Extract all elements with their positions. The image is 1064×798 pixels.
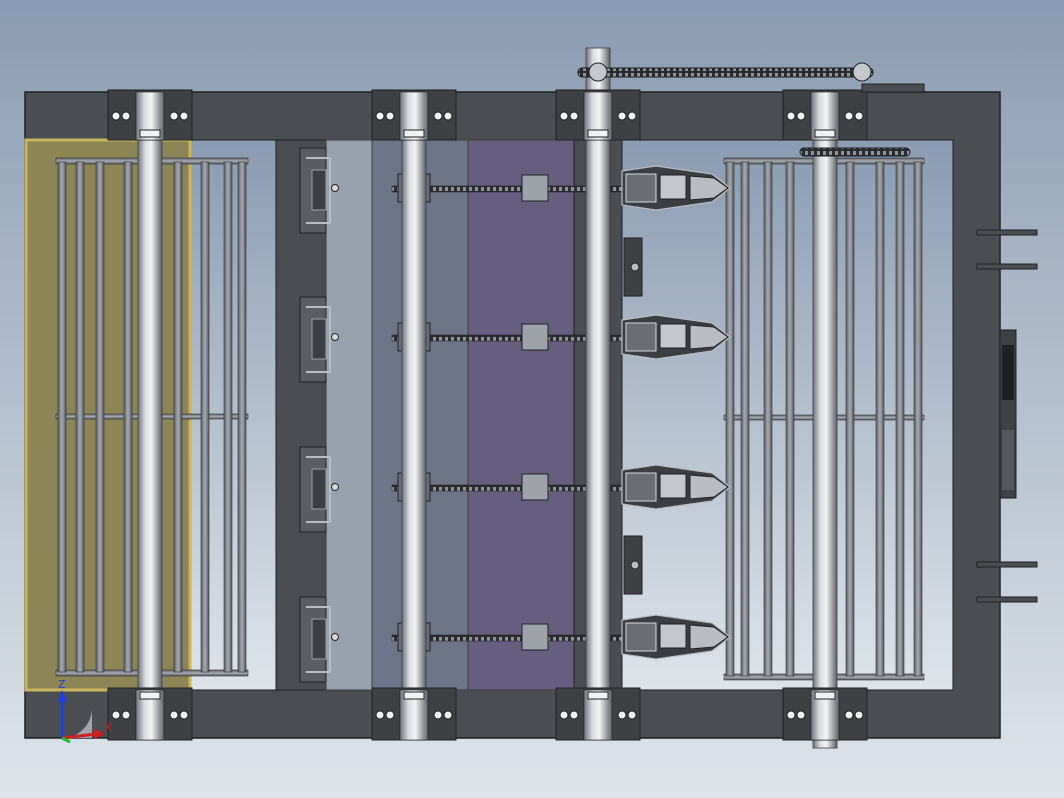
- bearing-bolt: [617, 111, 627, 121]
- bearing-clip: [139, 129, 161, 138]
- cage-bar: [200, 161, 210, 673]
- mount-tab: [976, 561, 1038, 568]
- side-drive-window: [1002, 345, 1014, 400]
- bearing-clip: [587, 691, 609, 700]
- bearing-bolt: [179, 710, 189, 720]
- shaft-rod: [585, 47, 611, 739]
- cage-bar: [895, 161, 905, 677]
- assembly-drawing[interactable]: Z X: [0, 0, 1064, 798]
- cage-bar: [763, 161, 773, 677]
- cage-bar: [237, 161, 247, 673]
- cage-bar: [785, 161, 795, 677]
- bearing-bolt: [433, 111, 443, 121]
- bearing-bolt: [169, 111, 179, 121]
- bearing-bolt: [559, 111, 569, 121]
- bearing-clip: [587, 129, 609, 138]
- clamp-bolt: [331, 483, 339, 491]
- blade-window: [659, 623, 687, 649]
- bearing-bolt: [169, 710, 179, 720]
- bearing-clip: [139, 691, 161, 700]
- shaft-rod: [812, 91, 838, 749]
- bearing-clip: [814, 129, 836, 138]
- mount-tab: [976, 229, 1038, 236]
- clamp-block: [311, 169, 327, 211]
- cage-bar: [57, 161, 67, 673]
- cage-bar: [95, 161, 105, 673]
- cad-viewport[interactable]: Z X: [0, 0, 1064, 798]
- bearing-bolt: [617, 710, 627, 720]
- bearing-bolt: [433, 710, 443, 720]
- bearing-bolt: [385, 710, 395, 720]
- blade-window: [659, 323, 687, 349]
- light-panel: [325, 139, 373, 691]
- blade-mount: [625, 472, 657, 502]
- bearing-clip: [403, 129, 425, 138]
- cage-bar: [123, 161, 133, 673]
- cage-bar: [845, 161, 855, 677]
- clamp-bolt: [331, 333, 339, 341]
- cage-bar: [875, 161, 885, 677]
- driven-sprocket: [852, 62, 872, 82]
- bearing-bolt: [111, 111, 121, 121]
- blade-mount: [625, 622, 657, 652]
- clamp-block: [311, 318, 327, 360]
- bearing-bolt: [375, 111, 385, 121]
- bearing-bolt: [385, 111, 395, 121]
- lower-drive-chain: [799, 147, 911, 157]
- bearing-bolt: [443, 111, 453, 121]
- bearing-bolt: [559, 710, 569, 720]
- bearing-clip: [403, 691, 425, 700]
- drive-sprocket: [588, 62, 608, 82]
- cage-bar: [223, 161, 233, 673]
- mount-tab: [976, 263, 1038, 270]
- drive-chain-loop[interactable]: [577, 67, 874, 78]
- mount-tab: [976, 596, 1038, 603]
- bearing-bolt: [786, 111, 796, 121]
- bearing-bolt: [569, 710, 579, 720]
- side-bracket-bolt: [630, 560, 640, 570]
- bearing-bolt: [121, 111, 131, 121]
- bearing-bolt: [796, 111, 806, 121]
- side-bracket-bolt: [630, 262, 640, 272]
- bearing-bolt: [569, 111, 579, 121]
- bearing-bolt: [627, 710, 637, 720]
- side-drive-window: [1002, 430, 1014, 490]
- purple-panel: [467, 139, 575, 691]
- bearing-bolt: [844, 111, 854, 121]
- cage-bar: [173, 161, 183, 673]
- blade-window: [659, 473, 687, 499]
- shaft-rod: [401, 91, 427, 739]
- x-axis-label: X: [104, 721, 112, 734]
- sprocket-block: [521, 323, 549, 351]
- sprocket-block: [521, 473, 549, 501]
- clamp-block: [311, 618, 327, 660]
- sprocket-block: [521, 623, 549, 651]
- bearing-bolt: [627, 111, 637, 121]
- bearing-clip: [814, 691, 836, 700]
- blade-mount: [625, 322, 657, 352]
- bearing-bolt: [854, 710, 864, 720]
- bearing-bolt: [179, 111, 189, 121]
- clamp-block: [311, 468, 327, 510]
- bearing-bolt: [111, 710, 121, 720]
- cage-bar: [740, 161, 750, 677]
- bearing-bolt: [844, 710, 854, 720]
- shaft-rod: [137, 91, 163, 739]
- cage-bar: [75, 161, 85, 673]
- sprocket-block: [521, 174, 549, 202]
- blade-window: [659, 174, 687, 200]
- bearing-bolt: [796, 710, 806, 720]
- cage-bar: [725, 161, 735, 677]
- cage-bar: [913, 161, 923, 677]
- bearing-bolt: [375, 710, 385, 720]
- clamp-bolt: [331, 184, 339, 192]
- bearing-bolt: [854, 111, 864, 121]
- z-axis-label: Z: [58, 678, 66, 691]
- drive-chain-guard: [861, 83, 925, 93]
- bearing-bolt: [443, 710, 453, 720]
- blade-mount: [625, 173, 657, 203]
- bearing-bolt: [121, 710, 131, 720]
- bearing-bolt: [786, 710, 796, 720]
- clamp-bolt: [331, 633, 339, 641]
